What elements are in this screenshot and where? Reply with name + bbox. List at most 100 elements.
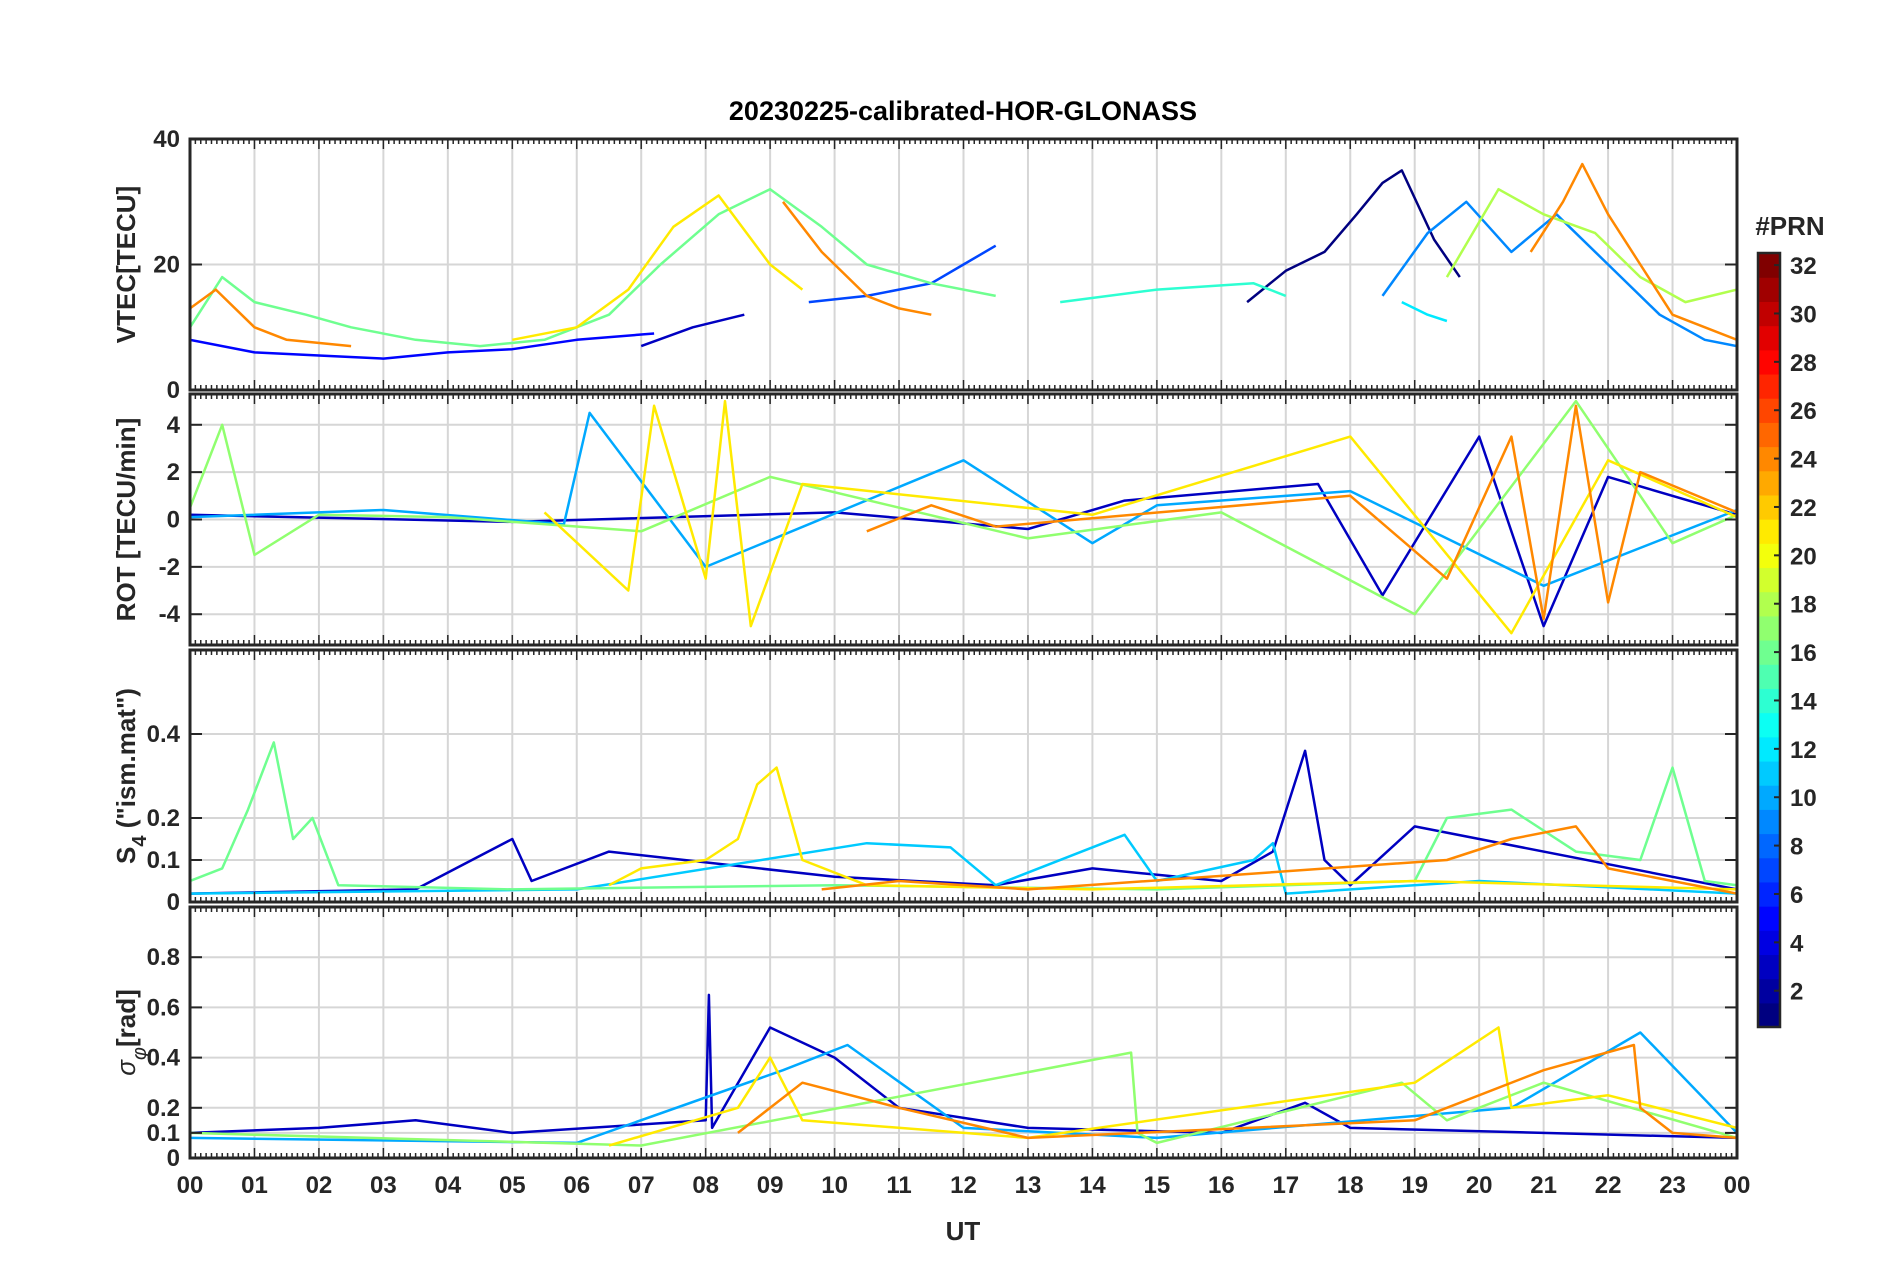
colorbar-tick-label: 10 bbox=[1790, 785, 1817, 812]
x-axis-label: UT bbox=[946, 1216, 981, 1246]
colorbar-tick-label: 28 bbox=[1790, 350, 1817, 377]
y-tick-label: 0.4 bbox=[147, 721, 181, 748]
colorbar-segment bbox=[1758, 422, 1780, 448]
y-tick-label: 0.2 bbox=[147, 1095, 180, 1122]
colorbar-segment bbox=[1758, 906, 1780, 931]
colorbar-segment bbox=[1758, 954, 1780, 980]
x-tick-label: 08 bbox=[692, 1172, 719, 1199]
colorbar-tick-label: 24 bbox=[1790, 447, 1817, 474]
colorbar-segment bbox=[1758, 373, 1780, 399]
colorbar-tick-label: 20 bbox=[1790, 543, 1817, 570]
chart-title: 20230225-calibrated-HOR-GLONASS bbox=[729, 96, 1197, 126]
colorbar-tick-label: 22 bbox=[1790, 495, 1817, 522]
x-tick-label: 16 bbox=[1208, 1172, 1235, 1199]
x-tick-label: 05 bbox=[499, 1172, 526, 1199]
y-tick-label: 0.2 bbox=[147, 805, 180, 832]
x-tick-label: 06 bbox=[563, 1172, 590, 1199]
x-tick-label: 01 bbox=[241, 1172, 268, 1199]
colorbar-tick-label: 4 bbox=[1790, 930, 1804, 957]
colorbar-title: #PRN bbox=[1755, 211, 1824, 241]
x-tick-label: 22 bbox=[1595, 1172, 1622, 1199]
x-tick-label: 21 bbox=[1530, 1172, 1557, 1199]
x-tick-label: 20 bbox=[1466, 1172, 1493, 1199]
colorbar-segment bbox=[1758, 809, 1780, 835]
y-tick-label: 0.4 bbox=[147, 1045, 181, 1072]
y-tick-label: 0.1 bbox=[147, 847, 180, 874]
colorbar-tick-label: 8 bbox=[1790, 834, 1803, 861]
colorbar-segment bbox=[1758, 567, 1780, 593]
x-tick-label: 18 bbox=[1337, 1172, 1364, 1199]
colorbar-segment bbox=[1758, 470, 1780, 496]
x-tick-label: 09 bbox=[757, 1172, 784, 1199]
colorbar-segment bbox=[1758, 615, 1780, 641]
x-tick-label: 12 bbox=[950, 1172, 977, 1199]
x-tick-labels: 00 01 02 03 04 05 06 07 08 09 10 11 12 13 14 15 16 17 18 19… bbox=[177, 1172, 1751, 1199]
panel-vtec: 0 20 40 VTEC[TECU] bbox=[111, 126, 1739, 404]
x-tick-label: 02 bbox=[306, 1172, 333, 1199]
series-prn-24 bbox=[190, 288, 352, 348]
colorbar: #PRN 2468101214161820222426283032 bbox=[1755, 211, 1825, 1029]
x-tick-label: 00 bbox=[177, 1172, 204, 1199]
y-tick-label: 2 bbox=[167, 459, 180, 486]
colorbar-segment bbox=[1758, 857, 1780, 883]
colorbar-tick-label: 14 bbox=[1790, 688, 1817, 715]
colorbar-segment bbox=[1758, 712, 1780, 738]
colorbar-tick-label: 32 bbox=[1790, 253, 1817, 280]
colorbar-tick-label: 26 bbox=[1790, 398, 1817, 425]
y-axis-label: S4 ("ism.mat") bbox=[111, 688, 151, 864]
colorbar-segment bbox=[1758, 664, 1780, 689]
colorbar-tick-label: 2 bbox=[1790, 979, 1803, 1006]
figure: 20230225-calibrated-HOR-GLONASS UT 02040… bbox=[111, 96, 1825, 1246]
y-tick-label: 4 bbox=[167, 412, 181, 439]
colorbar-segment bbox=[1758, 325, 1780, 351]
colorbar-tick-label: 16 bbox=[1790, 640, 1817, 667]
series-prn-5 bbox=[190, 332, 655, 360]
x-tick-label: 10 bbox=[821, 1172, 848, 1199]
colorbar-tick-label: 12 bbox=[1790, 737, 1817, 764]
y-tick-label: 0 bbox=[167, 377, 180, 404]
series-prn-9 bbox=[1381, 200, 1737, 348]
x-tick-label: 04 bbox=[434, 1172, 461, 1199]
x-tick-label: 03 bbox=[370, 1172, 397, 1199]
series-prn-24 bbox=[1529, 162, 1737, 341]
x-tick-label: 11 bbox=[886, 1172, 911, 1199]
colorbar-segment bbox=[1758, 1002, 1780, 1028]
panel-rot: -4 -2 0 2 4 ROT [TECU/min] bbox=[111, 392, 1739, 647]
x-tick-label: 17 bbox=[1272, 1172, 1299, 1199]
panel-s4: 0 0.1 0.2 0.4S4 ("ism.mat") bbox=[111, 648, 1739, 916]
colorbar-tick-label: 18 bbox=[1790, 592, 1817, 619]
x-tick-label: 00 bbox=[1724, 1172, 1751, 1199]
y-tick-label: 0.6 bbox=[147, 994, 180, 1021]
x-tick-label: 19 bbox=[1401, 1172, 1428, 1199]
x-tick-label: 07 bbox=[628, 1172, 655, 1199]
series-prn-18 bbox=[1445, 187, 1737, 304]
y-tick-label: 0 bbox=[167, 507, 180, 534]
panel-sigma_phi: 00.10.2 0.4 0.6 0.8 σφ[rad] bbox=[111, 905, 1739, 1172]
series-prn-3 bbox=[640, 313, 745, 348]
y-tick-label: 20 bbox=[153, 252, 180, 279]
x-tick-label: 23 bbox=[1659, 1172, 1686, 1199]
y-tick-label: -2 bbox=[159, 554, 180, 581]
y-axis-label: VTEC[TECU] bbox=[111, 186, 141, 343]
y-tick-label: 0.1 bbox=[147, 1120, 180, 1147]
panels: 02040VTEC[TECU]-4-2024ROT [TECU/min]00.1… bbox=[111, 126, 1739, 1172]
series-prn-12 bbox=[1401, 300, 1448, 323]
colorbar-segment bbox=[1758, 277, 1780, 302]
series-prn-1 bbox=[1246, 169, 1461, 304]
colorbar-segment bbox=[1758, 760, 1780, 786]
colorbar-segment bbox=[1758, 519, 1780, 544]
series-prn-16 bbox=[190, 187, 996, 348]
series-prn-21 bbox=[608, 1026, 1737, 1147]
series-prn-24 bbox=[866, 404, 1737, 621]
y-tick-label: -4 bbox=[159, 601, 181, 628]
colorbar-tick-label: 6 bbox=[1790, 882, 1803, 909]
x-tick-label: 13 bbox=[1015, 1172, 1042, 1199]
y-tick-label: 0.8 bbox=[147, 944, 180, 971]
colorbar-tick-label: 30 bbox=[1790, 301, 1817, 328]
y-tick-label: 40 bbox=[153, 126, 180, 153]
y-axis-label: σφ[rad] bbox=[111, 989, 151, 1076]
y-axis-label: ROT [TECU/min] bbox=[111, 418, 141, 622]
y-tick-label: 0 bbox=[167, 1145, 180, 1172]
x-tick-label: 15 bbox=[1144, 1172, 1171, 1199]
x-tick-label: 14 bbox=[1079, 1172, 1106, 1199]
